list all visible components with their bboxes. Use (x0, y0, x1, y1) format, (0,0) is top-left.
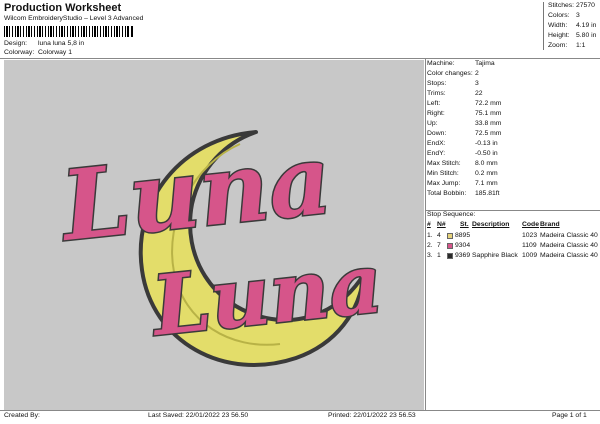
color-swatch-icon (447, 253, 453, 259)
software-name: Wilcom EmbroideryStudio – Level 3 Advanc… (4, 15, 144, 22)
seq-row-3-code: 1009 (522, 252, 538, 259)
barcode-icon (4, 26, 130, 37)
seq-row-2-needle: 7 (437, 242, 441, 249)
stat-zoom: Zoom: 1:1 (548, 42, 586, 49)
seq-row-1-st: 8895 (455, 232, 471, 239)
color-swatch-icon (447, 233, 453, 239)
colorway-label: Colorway: (4, 49, 35, 56)
colorway-row: Colorway: Colorway 1 (4, 49, 72, 56)
colorway-value: Colorway 1 (38, 49, 72, 56)
seq-row-3-needle: 1 (437, 252, 441, 259)
footer-printed: Printed: 22/01/2022 23 56.53 (328, 412, 416, 419)
footer-divider (0, 410, 600, 411)
info-min-stitch: Min Stitch: 0.2 mm (427, 170, 498, 177)
col-description: Description (472, 221, 510, 228)
stat-width: Width: 4.19 in (548, 22, 597, 29)
design-value: luna luna 5,8 in (38, 40, 85, 47)
barcode-end-mark (131, 26, 133, 37)
info-max-stitch: Max Stitch: 8.0 mm (427, 160, 498, 167)
info-trims: Trims: 22 (427, 90, 483, 97)
col-code: Code (522, 221, 539, 228)
design-text-upper: Luna (54, 122, 337, 263)
footer-created-by: Created By: (4, 412, 40, 419)
seq-row-1-code: 1023 (522, 232, 538, 239)
header-divider (0, 58, 600, 59)
embroidery-design: Luna Luna (52, 121, 388, 367)
stat-stitches: Stitches: 27570 (548, 2, 595, 9)
seq-row-1-needle: 4 (437, 232, 441, 239)
footer-page: Page 1 of 1 (552, 412, 587, 419)
info-left: Left: 72.2 mm (427, 100, 502, 107)
col-num: # (427, 221, 431, 228)
info-total-bobbin: Total Bobbin: 185.81ft (427, 190, 500, 197)
col-brand: Brand (540, 221, 560, 228)
top-stats: Stitches: 27570 Colors: 3 Width: 4.19 in He… (543, 2, 600, 50)
seq-row-1-num: 1. (427, 232, 433, 239)
footer-last-saved: Last Saved: 22/01/2022 23 56.50 (148, 412, 249, 419)
info-machine: Machine: Tajima (427, 60, 495, 67)
info-stops: Stops: 3 (427, 80, 479, 87)
info-right: Right: 75.1 mm (427, 110, 502, 117)
stat-height: Height: 5.80 in (548, 32, 597, 39)
seq-row-3-num: 3. (427, 252, 433, 259)
info-endx: EndX: -0.13 in (427, 140, 498, 147)
col-st: St. (460, 221, 469, 228)
seq-row-1-brand: Madeira Classic 40 (540, 232, 598, 239)
info-down: Down: 72.5 mm (427, 130, 502, 137)
color-swatch-icon (447, 243, 453, 249)
seq-row-3-brand: Madeira Classic 40 (540, 252, 598, 259)
seq-row-2-code: 1109 (522, 242, 537, 249)
seq-row-2-st: 9304 (455, 242, 471, 249)
stat-colors: Colors: 3 (548, 12, 580, 19)
seq-row-2-brand: Madeira Classic 40 (540, 242, 598, 249)
seq-row-3-st: 9369 (455, 252, 471, 259)
col-needle: N# (437, 221, 446, 228)
info-max-jump: Max Jump: 7.1 mm (427, 180, 498, 187)
stop-sequence-title: Stop Sequence: (427, 211, 476, 218)
info-endy: EndY: -0.50 in (427, 150, 498, 157)
design-preview: Luna Luna (4, 60, 424, 410)
info-color-changes: Color changes: 2 (427, 70, 479, 77)
panel-divider (425, 58, 426, 410)
design-row: Design: luna luna 5,8 in (4, 40, 84, 47)
seq-row-2-num: 2. (427, 242, 433, 249)
seq-row-3-description: Sapphire Black (472, 252, 518, 259)
design-label: Design: (4, 40, 28, 47)
worksheet-title: Production Worksheet (4, 2, 122, 14)
info-up: Up: 33.8 mm (427, 120, 502, 127)
